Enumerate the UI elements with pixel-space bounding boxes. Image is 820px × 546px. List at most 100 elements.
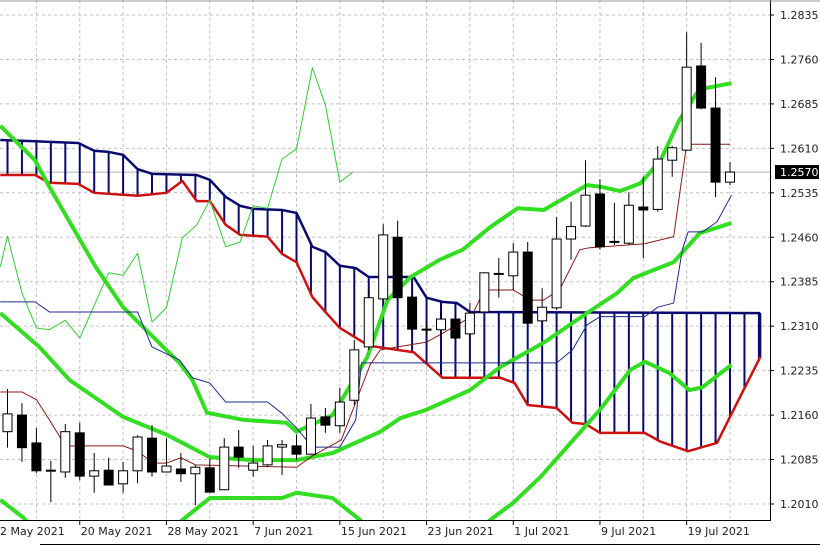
candle <box>363 290 374 350</box>
candle <box>2 388 13 448</box>
candle <box>16 403 27 462</box>
candle-body <box>74 432 85 477</box>
candle-body <box>681 66 692 151</box>
chikou-span-line <box>0 67 354 339</box>
candle <box>681 32 692 151</box>
candle-body <box>277 444 288 448</box>
candle <box>392 220 403 301</box>
candle-body <box>248 462 259 471</box>
y-tick-label: 1.2160 <box>780 409 819 422</box>
candle <box>175 453 186 483</box>
price-chart[interactable]: 1.2835 1.2760 1.2685 1.2610 1.2535 1.2460 1.23… <box>0 0 820 546</box>
candle-body <box>436 318 446 331</box>
candle-body <box>493 272 504 275</box>
candle <box>493 258 504 298</box>
candle <box>436 310 446 336</box>
candle-body <box>566 226 577 240</box>
candle-body <box>147 437 157 473</box>
candle <box>580 160 591 228</box>
candle-body <box>262 445 273 466</box>
candle-body <box>725 171 735 183</box>
x-tick-label: 2 May 2021 <box>0 525 65 538</box>
candle-body <box>190 466 201 475</box>
candle-body <box>537 306 548 322</box>
candle <box>551 217 562 311</box>
candle-body <box>60 431 71 473</box>
y-tick-label: 1.2835 <box>780 9 819 22</box>
candle-body <box>580 194 591 227</box>
candle-body <box>667 147 678 161</box>
candle-body <box>450 318 461 339</box>
candle-body <box>161 465 172 473</box>
x-tick-label: 15 Jun 2021 <box>341 525 407 538</box>
candle <box>262 439 273 468</box>
candle-body <box>421 328 432 331</box>
candle-body <box>233 446 244 458</box>
candle <box>147 425 157 477</box>
candle <box>320 407 331 433</box>
candle-body <box>464 312 475 335</box>
candle <box>450 314 461 340</box>
candle <box>103 457 114 486</box>
candle <box>204 458 215 493</box>
y-tick-label: 1.2535 <box>780 187 819 200</box>
y-tick-label: 1.2385 <box>780 276 819 289</box>
candle <box>594 179 605 250</box>
candle-body <box>16 414 27 449</box>
candle <box>190 464 201 506</box>
x-tick-label: 20 May 2021 <box>81 525 153 538</box>
candle-body <box>204 467 215 493</box>
candle <box>233 429 244 468</box>
candle <box>45 460 56 503</box>
candle <box>479 272 490 313</box>
candle <box>378 224 389 301</box>
candle <box>118 461 129 493</box>
candle <box>566 201 577 260</box>
x-tick-label: 9 Jul 2021 <box>601 525 656 538</box>
candle-body <box>551 238 562 309</box>
candle-body <box>378 234 389 300</box>
candles <box>2 32 735 506</box>
bollinger-lower-line <box>0 359 733 520</box>
candle-body <box>522 251 533 324</box>
candle-body <box>103 469 114 486</box>
candle-body <box>320 416 331 426</box>
candle-body <box>349 349 360 401</box>
y-tick-label: 1.2610 <box>780 142 819 155</box>
x-tick-label: 7 Jun 2021 <box>254 525 313 538</box>
candle-body <box>219 446 230 491</box>
candle-body <box>175 468 186 475</box>
candle-body <box>392 236 403 299</box>
candle-body <box>31 442 42 472</box>
candle-body <box>508 251 519 277</box>
candle <box>407 294 418 330</box>
candle-body <box>305 417 316 455</box>
candle-body <box>652 158 663 210</box>
y-tick-label: 1.2460 <box>780 231 819 244</box>
candle-body <box>2 413 13 433</box>
x-tick-label: 1 Jul 2021 <box>514 525 569 538</box>
candle-body <box>594 193 605 248</box>
y-tick-label: 1.2760 <box>780 53 819 66</box>
candle <box>291 434 302 461</box>
candle <box>277 439 288 475</box>
candle <box>305 403 316 455</box>
candle <box>537 288 548 323</box>
y-tick-label: 1.2310 <box>780 320 819 333</box>
candle-body <box>118 470 129 485</box>
candle-body <box>623 204 634 244</box>
candle <box>464 303 475 336</box>
candle <box>349 339 360 405</box>
y-tick-label: 1.2010 <box>780 498 819 511</box>
x-tick-label: 23 Jun 2021 <box>428 525 494 538</box>
candle <box>623 192 634 245</box>
candle-body <box>291 445 302 455</box>
candle <box>421 324 432 336</box>
candle <box>74 422 85 481</box>
y-tick-label: 1.2235 <box>780 365 819 378</box>
candle-body <box>363 297 374 348</box>
candle-body <box>609 240 620 243</box>
candle-body <box>45 469 56 472</box>
candle <box>161 438 172 473</box>
indicator-lines <box>0 67 762 520</box>
